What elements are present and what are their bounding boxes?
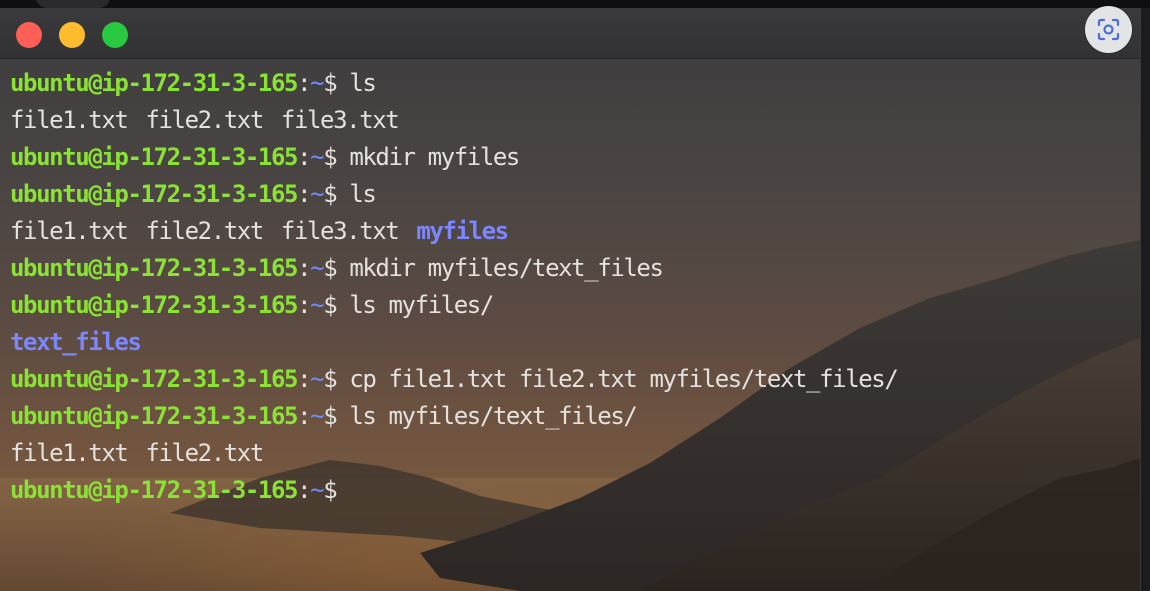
prompt-symbol: $: [323, 69, 337, 97]
prompt-path: ~: [310, 476, 324, 504]
command-text: cp file1.txt file2.txt myfiles/text_file…: [336, 365, 898, 393]
terminal-window: ubuntu@ip-172-31-3-165:~$ ls file1.txt fil…: [0, 8, 1141, 591]
prompt-symbol: $: [323, 402, 337, 430]
output-line: file1.txt file2.txt: [10, 435, 1130, 472]
prompt-colon: :: [297, 69, 311, 97]
prompt-line: ubuntu@ip-172-31-3-165:~$ ls myfiles/: [10, 287, 1130, 324]
file-entry: file2.txt: [145, 439, 264, 467]
prompt-colon: :: [297, 291, 311, 319]
output-line: text_files: [10, 324, 1130, 361]
maximize-button[interactable]: [102, 22, 128, 48]
prompt-user-host: ubuntu@ip-172-31-3-165: [10, 180, 298, 208]
prompt-path: ~: [310, 365, 324, 393]
title-bar: [0, 8, 1140, 59]
prompt-line: ubuntu@ip-172-31-3-165:~$ mkdir myfiles: [10, 139, 1130, 176]
prompt-line: ubuntu@ip-172-31-3-165:~$: [10, 472, 1130, 509]
prompt-symbol: $: [323, 143, 337, 171]
prompt-user-host: ubuntu@ip-172-31-3-165: [10, 291, 298, 319]
file-entry: file1.txt: [10, 106, 129, 134]
background-tab: [36, 0, 110, 8]
close-button[interactable]: [16, 22, 42, 48]
screenshot-capture-button[interactable]: [1085, 6, 1132, 53]
file-entry: file3.txt: [280, 217, 400, 245]
prompt-line: ubuntu@ip-172-31-3-165:~$ cp file1.txt f…: [10, 361, 1130, 398]
prompt-path: ~: [310, 143, 324, 171]
prompt-user-host: ubuntu@ip-172-31-3-165: [10, 402, 298, 430]
prompt-line: ubuntu@ip-172-31-3-165:~$ ls myfiles/tex…: [10, 398, 1130, 435]
prompt-symbol: $: [323, 180, 337, 208]
file-entry: file1.txt: [10, 217, 129, 245]
command-text: ls: [336, 180, 377, 208]
prompt-colon: :: [297, 365, 311, 393]
command-text: mkdir myfiles: [336, 143, 520, 171]
prompt-user-host: ubuntu@ip-172-31-3-165: [10, 143, 298, 171]
prompt-path: ~: [310, 69, 324, 97]
prompt-colon: :: [297, 476, 311, 504]
minimize-button[interactable]: [59, 22, 85, 48]
file-entry: file3.txt: [280, 106, 400, 134]
prompt-symbol: $: [323, 476, 337, 504]
prompt-line: ubuntu@ip-172-31-3-165:~$ ls: [10, 176, 1130, 213]
prompt-symbol: $: [323, 254, 337, 282]
prompt-user-host: ubuntu@ip-172-31-3-165: [10, 476, 298, 504]
prompt-user-host: ubuntu@ip-172-31-3-165: [10, 254, 298, 282]
output-line: file1.txt file2.txt file3.txt myfiles: [10, 213, 1130, 250]
prompt-user-host: ubuntu@ip-172-31-3-165: [10, 365, 298, 393]
prompt-colon: :: [297, 402, 311, 430]
command-text: ls myfiles/: [336, 291, 494, 319]
prompt-path: ~: [310, 291, 324, 319]
prompt-colon: :: [297, 143, 311, 171]
prompt-line: ubuntu@ip-172-31-3-165:~$ mkdir myfiles/…: [10, 250, 1130, 287]
command-text: mkdir myfiles/text_files: [336, 254, 664, 282]
terminal-output[interactable]: ubuntu@ip-172-31-3-165:~$ ls file1.txt fil…: [10, 65, 1130, 509]
directory-entry: myfiles: [416, 217, 509, 245]
file-entry: file2.txt: [145, 217, 264, 245]
command-text: ls: [336, 69, 377, 97]
prompt-user-host: ubuntu@ip-172-31-3-165: [10, 69, 298, 97]
prompt-colon: :: [297, 254, 311, 282]
prompt-symbol: $: [323, 365, 337, 393]
screenshot-capture-icon: [1097, 18, 1120, 41]
top-strip: [0, 0, 1150, 8]
prompt-path: ~: [310, 180, 324, 208]
output-line: file1.txt file2.txt file3.txt: [10, 102, 1130, 139]
prompt-symbol: $: [323, 291, 337, 319]
command-text: ls myfiles/text_files/: [336, 402, 637, 430]
file-entry: file1.txt: [10, 439, 129, 467]
screen: ubuntu@ip-172-31-3-165:~$ ls file1.txt fil…: [0, 0, 1150, 591]
prompt-path: ~: [310, 402, 324, 430]
file-entry: file2.txt: [145, 106, 264, 134]
directory-entry: text_files: [10, 328, 142, 356]
prompt-path: ~: [310, 254, 324, 282]
prompt-colon: :: [297, 180, 311, 208]
prompt-line: ubuntu@ip-172-31-3-165:~$ ls: [10, 65, 1130, 102]
